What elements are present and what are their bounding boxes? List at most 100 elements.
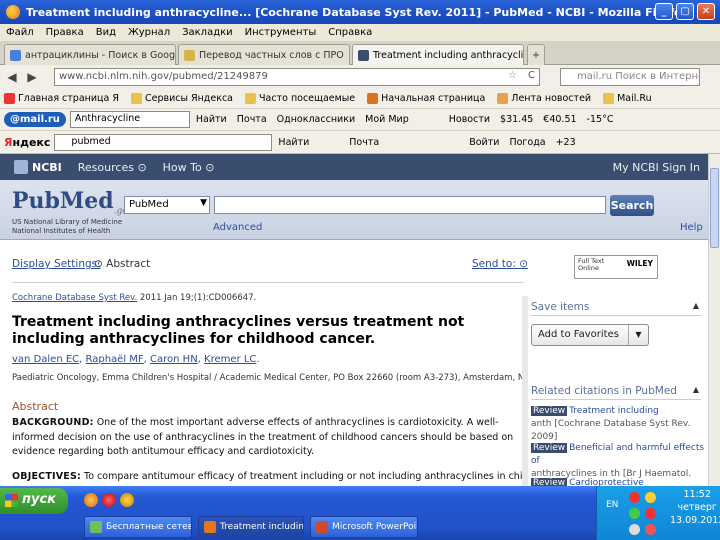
back-button[interactable]: ◀ [4,69,20,85]
clock[interactable]: 11:52 четверг 13.09.2012 [670,488,720,527]
google-icon [10,49,21,61]
url-bar[interactable]: www.ncbi.nlm.nih.gov/pubmed/21249879 ☆ C [54,68,540,86]
opera-icon[interactable] [102,493,116,507]
tab-label: Treatment including anthracycline... [Co… [373,49,524,61]
affiliation: Paediatric Oncology, Emma Children's Hos… [12,373,524,383]
tray-icon[interactable] [645,524,656,535]
advanced-link[interactable]: Advanced [213,222,262,233]
author-link[interactable]: van Dalen EC [12,354,79,365]
howto-menu[interactable]: How To ⊙ [163,161,215,174]
display-mode[interactable]: ⊙ Abstract [94,258,150,270]
menu-tools[interactable]: Инструменты [245,27,317,38]
tray-icon[interactable] [645,508,656,519]
send-to-link[interactable]: Send to: ⊙ [472,258,528,270]
mailru-search-input[interactable]: Anthracycline [69,111,190,128]
window-title-bar: Treatment including anthracycline... [Co… [0,0,720,24]
scrollbar-thumb[interactable] [710,168,719,248]
my-ncbi-sign-in[interactable]: My NCBI Sign In [613,161,700,174]
close-tab-icon[interactable]: ✕ [344,50,349,60]
reload-icon[interactable]: C [528,70,535,81]
related-citation-item[interactable]: Review Treatment including anth [Cochrane … [531,405,705,444]
yandex-search-button[interactable]: Найти [278,137,309,148]
search-button[interactable]: Search [610,195,654,216]
mailru-mail[interactable]: Почта [237,114,267,125]
menu-file[interactable]: Файл [6,27,34,38]
tray-icon[interactable] [629,508,640,519]
chrome-icon[interactable] [120,493,134,507]
pubmed-logo[interactable]: PubMed.gov [12,188,133,216]
collapse-icon[interactable]: ▲ [693,385,699,394]
ncbi-icon [358,49,369,61]
tray-icon[interactable] [629,492,640,503]
inner-scrollbar[interactable] [522,296,528,486]
display-settings-link[interactable]: Display Settings: [12,258,101,270]
task-button[interactable]: Microsoft PowerPoint ... [310,516,418,538]
yandex-weather[interactable]: Погода [509,137,545,148]
mailru-news[interactable]: Новости [449,114,490,125]
tab-label: антрациклины - Поиск в Google [25,49,176,61]
tab-pubmed[interactable]: Treatment including anthracycline... [Co… [352,44,524,65]
firefox-icon[interactable] [84,493,98,507]
page-scrollbar[interactable] [708,154,720,486]
yandex-login[interactable]: Войти [469,137,499,148]
task-button[interactable]: Бесплатные сетевые... [84,516,192,538]
tray-icon[interactable] [645,492,656,503]
resources-menu[interactable]: Resources ⊙ [78,161,147,174]
windows-logo-icon [5,494,18,507]
author-link[interactable]: Kremer LC [204,354,256,365]
close-button[interactable]: ✕ [697,3,715,20]
menu-help[interactable]: Справка [328,27,372,38]
start-button[interactable]: пуск [0,488,68,514]
menu-edit[interactable]: Правка [46,27,84,38]
maximize-button[interactable]: ▢ [676,3,694,20]
tab-google[interactable]: антрациклины - Поиск в Google ✕ [4,44,176,65]
journal-link[interactable]: Cochrane Database Syst Rev. [12,293,137,303]
ncbi-logo[interactable]: NCBI [14,160,62,174]
database-select[interactable]: PubMed ▼ [124,196,210,214]
chevron-down-icon[interactable]: ▼ [628,325,648,345]
collapse-icon[interactable]: ▲ [693,301,699,310]
chevron-down-icon: ▼ [200,198,207,208]
ncbi-icon [14,160,28,174]
browser-icon [90,521,102,533]
forward-button[interactable]: ▶ [24,69,40,85]
task-button[interactable]: Treatment including a... [198,516,304,538]
related-citation-item[interactable]: ReviewCardioprotective interventions [531,477,705,486]
menu-bookmarks[interactable]: Закладки [182,27,233,38]
mailru-odnoklassniki[interactable]: Одноклассники [277,114,355,125]
bookmark-item[interactable]: Лента новостей [497,93,591,104]
yandex-logo[interactable]: Яндекс [4,136,50,149]
web-search-input[interactable]: mail.ru Поиск в Интернете [560,68,700,86]
bookmark-item[interactable]: Часто посещаемые [245,93,355,104]
full-text-badge[interactable]: Full Text Online WILEY [574,255,658,279]
yandex-mail[interactable]: Почта [349,137,379,148]
bookmark-star-icon[interactable]: ☆ [508,70,517,81]
menu-view[interactable]: Вид [96,27,116,38]
bookmark-item[interactable]: Главная страница Я [4,93,119,104]
related-citations-heading: Related citations in PubMed ▲ [531,385,701,400]
mailru-toolbar: @mail.ru Anthracycline Найти Почта Однок… [0,109,720,131]
help-link[interactable]: Help [680,222,703,233]
bookmark-item[interactable]: Начальная страница [367,93,485,104]
new-tab-button[interactable]: + [527,44,545,65]
add-to-favorites-button[interactable]: Add to Favorites ▼ [531,324,649,346]
mailru-search-button[interactable]: Найти [196,114,227,125]
minimize-button[interactable]: _ [655,3,673,20]
bookmark-item[interactable]: Mail.Ru [603,93,652,104]
tab-translate[interactable]: Перевод частных слов с ПРО ✕ [178,44,350,65]
tab-bar: антрациклины - Поиск в Google ✕ Перевод … [0,41,720,65]
bookmarks-toolbar: Главная страница Я Сервисы Яндекса Часто… [0,89,720,109]
window-title: Treatment including anthracycline... [Co… [26,5,689,19]
pubmed-search-input[interactable] [214,196,606,214]
page-content: NCBI Resources ⊙ How To ⊙ My NCBI Sign I… [0,154,708,486]
yandex-search-input[interactable]: pubmed [54,133,273,151]
mailru-moimir[interactable]: Мой Мир [365,114,409,125]
powerpoint-icon [316,521,328,533]
bookmark-item[interactable]: Сервисы Яндекса [130,93,233,104]
author-link[interactable]: Raphaël MF [86,354,144,365]
author-link[interactable]: Caron HN [150,354,198,365]
mailru-logo[interactable]: @mail.ru [4,112,66,127]
menu-history[interactable]: Журнал [128,27,170,38]
tray-icon[interactable] [629,524,640,535]
language-indicator[interactable]: EN [606,500,618,510]
